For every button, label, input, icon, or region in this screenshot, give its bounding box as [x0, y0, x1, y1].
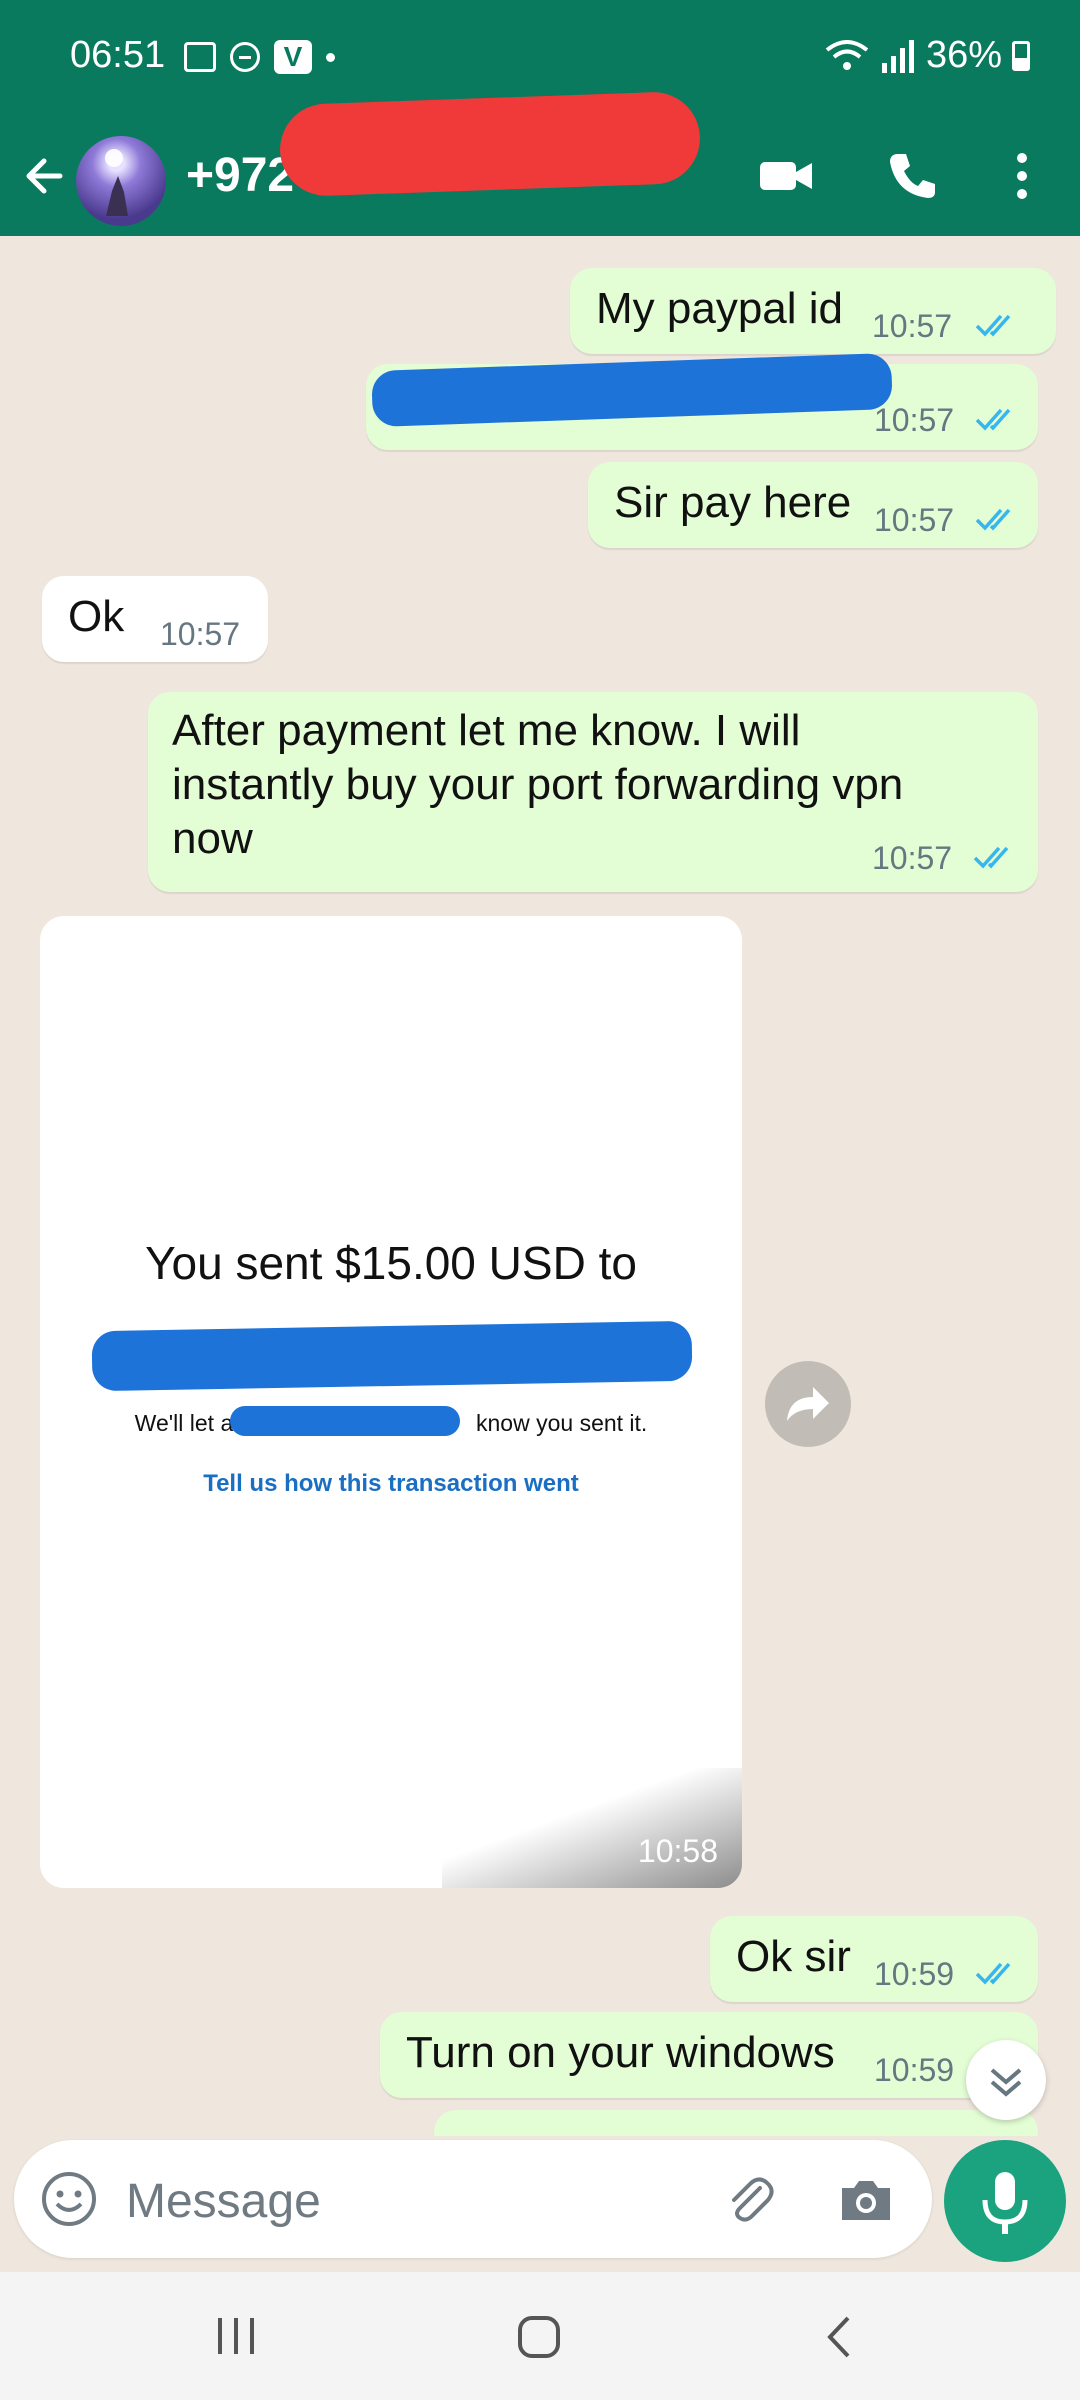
recent-apps-icon[interactable] [214, 2312, 258, 2360]
read-ticks-icon [975, 1962, 1011, 1985]
redaction-blue [91, 1320, 693, 1392]
mic-icon [982, 2172, 1028, 2234]
image-subtitle-left: We'll let a [134, 1410, 234, 1436]
forward-button[interactable] [765, 1361, 851, 1447]
system-nav-bar [0, 2272, 1080, 2400]
message-time: 10:57 [874, 402, 955, 438]
attach-icon[interactable] [720, 2170, 780, 2230]
message-text: Turn on your windows [406, 2028, 835, 2077]
message-text: After payment let me know. I will instan… [172, 706, 904, 863]
read-ticks-icon [973, 846, 1009, 869]
mic-button[interactable] [944, 2140, 1066, 2262]
phone-icon[interactable] [882, 146, 942, 206]
more-notifications-dot-icon [326, 52, 335, 62]
message-time: 10:57 [872, 840, 953, 876]
notification-icons: V [184, 40, 335, 74]
message-time: 10:59 [874, 2052, 955, 2088]
back-icon[interactable] [818, 2312, 862, 2362]
status-right: 36% [824, 34, 1030, 77]
message-bubble[interactable]: Ok 10:57 [42, 576, 268, 662]
contact-name[interactable]: +972 [186, 148, 294, 203]
home-icon[interactable] [514, 2312, 564, 2362]
battery-percent: 36% [925, 34, 1002, 76]
video-call-icon[interactable] [756, 146, 816, 206]
image-message[interactable]: You sent $15.00 USD to We'll let a know … [40, 916, 742, 1888]
message-text: Ok sir [736, 1932, 851, 1981]
message-bubble[interactable]: Turn on your windows 10:59 [380, 2012, 1038, 2098]
gallery-icon [184, 42, 216, 72]
chat-area[interactable]: My paypal id 10:57 10:57 Sir pay here 10… [0, 236, 1080, 2136]
message-composer[interactable]: Message [14, 2140, 932, 2258]
image-subtitle-right: know you sent it. [476, 1410, 648, 1436]
message-time: 10:57 [160, 616, 241, 652]
message-time: 10:59 [874, 1956, 955, 1992]
more-vert-icon[interactable] [1000, 146, 1060, 206]
message-bubble-partial[interactable] [434, 2110, 1038, 2136]
camera-icon[interactable] [836, 2170, 896, 2230]
wifi-icon [825, 39, 869, 70]
message-time: 10:57 [874, 502, 955, 538]
v-app-icon: V [274, 40, 312, 74]
avatar[interactable] [76, 136, 166, 226]
message-bubble[interactable]: Sir pay here 10:57 [588, 462, 1038, 548]
signal-icon [881, 39, 914, 73]
message-bubble[interactable]: After payment let me know. I will instan… [148, 692, 1038, 892]
image-title: You sent $15.00 USD to [145, 1237, 637, 1289]
message-input[interactable]: Message [126, 2174, 321, 2229]
message-time: 10:57 [872, 308, 953, 344]
message-text: Sir pay here [614, 478, 852, 527]
message-text: Ok [68, 592, 125, 641]
status-time: 06:51 [70, 34, 166, 76]
dnd-icon [230, 42, 260, 72]
scroll-down-button[interactable] [966, 2040, 1046, 2120]
redaction-red [278, 90, 702, 198]
read-ticks-icon [975, 408, 1011, 431]
forward-icon [787, 1387, 829, 1421]
read-ticks-icon [975, 508, 1011, 531]
message-bubble[interactable]: My paypal id 10:57 [570, 268, 1056, 354]
back-arrow-icon[interactable] [20, 146, 70, 206]
emoji-icon[interactable] [40, 2170, 98, 2228]
double-chevron-down-icon [990, 2068, 1022, 2097]
message-bubble[interactable]: Ok sir 10:59 [710, 1916, 1038, 2002]
redaction-blue [230, 1406, 460, 1436]
message-text: My paypal id [596, 284, 844, 333]
read-ticks-icon [975, 314, 1011, 337]
image-link: Tell us how this transaction went [203, 1470, 579, 1497]
image-shade [442, 1768, 742, 1888]
image-time: 10:58 [637, 1833, 718, 1869]
battery-icon [1012, 40, 1030, 71]
